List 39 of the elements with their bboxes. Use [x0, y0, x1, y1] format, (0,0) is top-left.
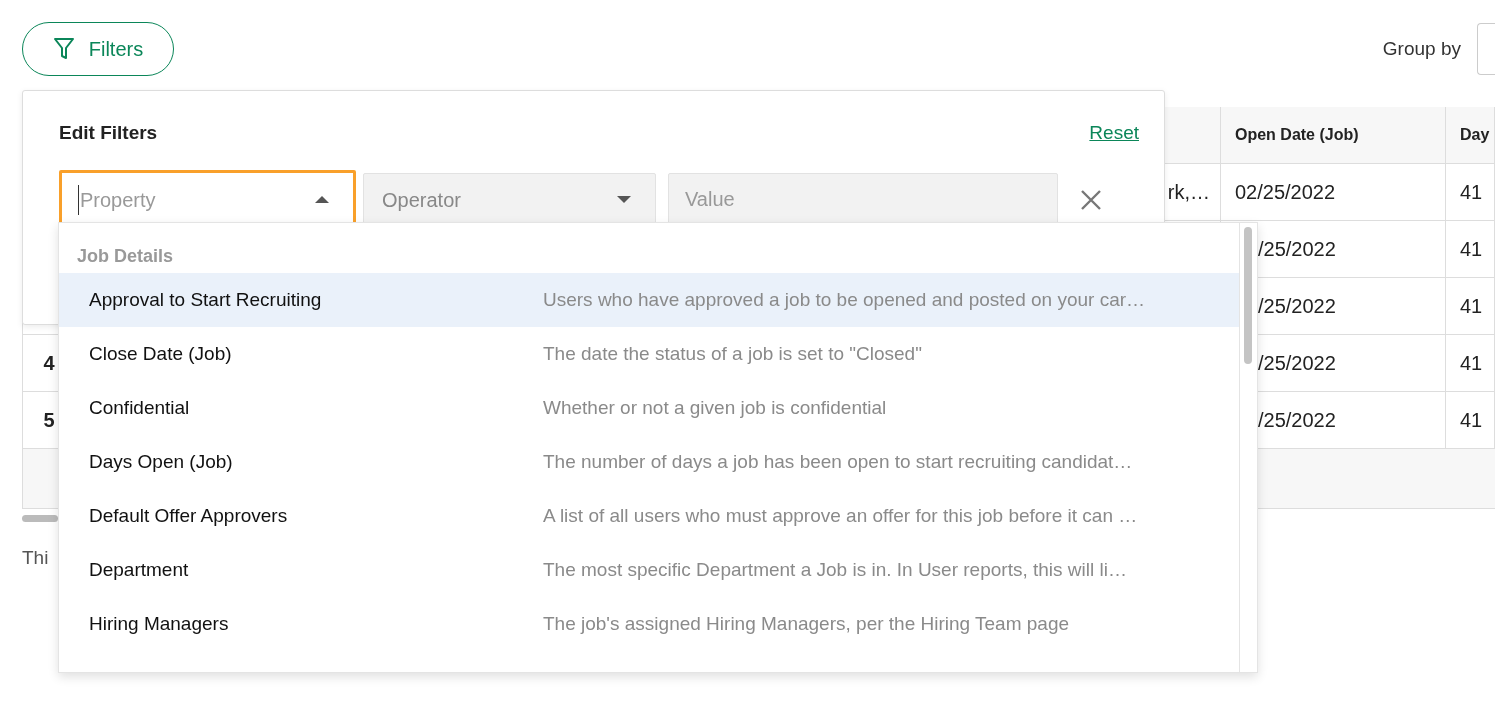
option-label: Default Offer Approvers: [89, 503, 289, 528]
table-cell: 41: [1446, 335, 1495, 391]
dropdown-option[interactable]: Hiring Managers The job's assigned Hiring Managers, per the Hiring Team page: [59, 597, 1239, 651]
option-description: A list of all users who must approve an offer for this job before it can …: [543, 503, 1138, 528]
table-cell: 41: [1446, 164, 1495, 220]
column-header: Day: [1446, 107, 1495, 163]
caret-icon: [617, 196, 631, 203]
group-by-select[interactable]: [1477, 23, 1495, 75]
reset-link[interactable]: Reset: [1089, 119, 1139, 148]
option-description: The number of days a job has been open to start recruiting candidat…: [543, 449, 1133, 474]
table-cell: 41: [1446, 221, 1495, 277]
option-label: Confidential: [89, 395, 191, 420]
table-cell: 41: [1446, 392, 1495, 448]
option-label: Days Open (Job): [89, 449, 234, 474]
caret-icon: [315, 196, 329, 203]
option-label: Close Date (Job): [89, 341, 233, 366]
filter-icon: [52, 37, 75, 61]
option-label: Approval to Start Recruiting: [89, 287, 323, 312]
table-cell: 02/25/2022: [1221, 164, 1446, 220]
option-description: The job's assigned Hiring Managers, per the Hiring Team page: [543, 611, 1070, 636]
option-description: Whether or not a given job is confidential: [543, 395, 887, 420]
group-by-label: Group by: [1382, 36, 1461, 61]
footer-text: Thi: [22, 546, 49, 570]
dropdown-option[interactable]: Approval to Start Recruiting Users who have approved a job to be opened and posted on your car…: [59, 273, 1239, 327]
scrollbar-thumb[interactable]: [22, 515, 58, 522]
group-heading: Job Details: [76, 244, 175, 268]
option-description: The most specific Department a Job is in. In User reports, this will li…: [543, 557, 1127, 582]
option-label: Department: [89, 557, 190, 582]
panel-title: Edit Filters: [59, 121, 158, 145]
option-label: Hiring Managers: [89, 611, 230, 636]
option-description: Users who have approved a job to be opened and posted on your car…: [543, 287, 1146, 312]
option-description: The date the status of a job is set to "Closed": [543, 341, 922, 366]
dropdown-option[interactable]: Department The most specific Department a Job is in. In User reports, this will li…: [59, 543, 1239, 597]
dropdown-option[interactable]: Default Offer Approvers A list of all users who must approve an offer for this job before it can …: [59, 489, 1239, 543]
filters-button[interactable]: Filters: [22, 22, 174, 76]
column-header: Open Date (Job): [1221, 107, 1446, 163]
scrollbar-thumb[interactable]: [1244, 227, 1252, 364]
table-cell: 41: [1446, 278, 1495, 334]
close-button[interactable]: [1079, 187, 1103, 212]
